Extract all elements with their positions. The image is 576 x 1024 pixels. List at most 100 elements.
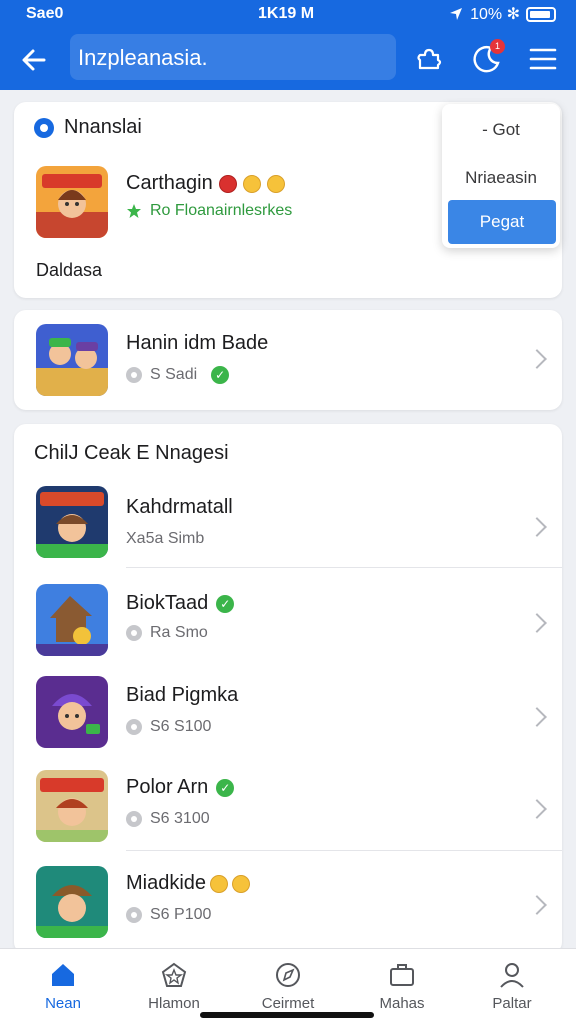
list-item-title: Biad Pigmka: [126, 684, 239, 706]
home-icon: [52, 964, 74, 986]
nav-label: Mahas: [379, 995, 425, 1012]
profile-icon: [500, 963, 524, 988]
puzzle-button[interactable]: [408, 38, 450, 80]
list-item-meta: S6 P100: [126, 906, 211, 924]
clock-icon: [126, 719, 142, 735]
check-badge-icon: ✓: [216, 778, 235, 797]
nav-item-second[interactable]: Hlamon: [126, 959, 222, 1012]
action-popup: - Got Nriaeasin Pegat: [442, 104, 560, 248]
popup-option-got[interactable]: - Got: [442, 120, 560, 140]
list-item-meta-text: S6 P100: [150, 906, 212, 923]
list-item-meta-text: Ra Smo: [150, 624, 208, 641]
location-icon: [450, 8, 463, 20]
nav-item-home[interactable]: Nean: [15, 959, 111, 1012]
single-game-card[interactable]: Hanin idm Bade S Sadi ✓: [14, 310, 562, 410]
list-item-title-text: Miadkide: [126, 872, 207, 894]
chevron-right-icon: [527, 349, 547, 369]
list-section-title: ChilJ Ceak E Nnagesi: [34, 442, 229, 464]
nav-label: Hlamon: [148, 995, 200, 1012]
notification-badge: 1: [490, 39, 505, 54]
list-item-meta: Xa5a Simb: [126, 530, 205, 547]
game-thumbnail: [36, 324, 108, 396]
list-item-title: BiokTaad ✓: [126, 592, 235, 615]
status-indicators: 10% ✻: [448, 4, 556, 24]
game-thumbnail: [36, 584, 108, 656]
chevron-right-icon: [527, 895, 547, 915]
game-thumbnail: [36, 866, 108, 938]
battery-text: 10% ✻: [470, 6, 520, 23]
divider: [126, 567, 562, 568]
clock-icon: [126, 625, 142, 641]
list-item[interactable]: Polor Arn ✓ S6 3100: [14, 760, 562, 852]
back-arrow-icon: [22, 49, 46, 71]
chevron-right-icon: [527, 613, 547, 633]
clock-icon: [126, 811, 142, 827]
status-bar: Sae0 1K19 M 10% ✻: [0, 0, 576, 30]
list-item[interactable]: BiokTaad ✓ Ra Smo: [14, 574, 562, 666]
star-icon: [127, 204, 141, 218]
list-item[interactable]: Biad Pigmka S6 S100: [14, 668, 562, 760]
featured-game-title-text: Carthagin: [126, 172, 213, 194]
featured-game-title[interactable]: Carthagin: [126, 172, 285, 195]
grin-emoji-icon: [232, 874, 251, 893]
list-item-meta: S6 3100: [126, 810, 210, 828]
featured-game-subtitle: Ro Floanairnlesrkes: [126, 202, 292, 220]
nav-label: Paltar: [492, 995, 532, 1012]
list-item[interactable]: Miadkide S6 P100: [14, 854, 562, 946]
battery-icon: [526, 6, 556, 22]
back-button[interactable]: [14, 40, 54, 80]
list-item-meta: Ra Smo: [126, 624, 208, 642]
search-input[interactable]: Inzpleanasia.: [70, 34, 396, 80]
game-thumbnail: [36, 770, 108, 842]
game-thumbnail: [36, 486, 108, 558]
list-item-meta-text: S6 3100: [150, 810, 210, 827]
featured-title-text: Nnanslai: [64, 116, 142, 138]
chevron-right-icon: [527, 707, 547, 727]
featured-section-title: Nnanslai: [34, 116, 142, 139]
grin-emoji-icon: [266, 174, 285, 193]
list-item[interactable]: Kahdrmatall Xa5a Simb: [14, 476, 562, 568]
nav-label: Ceirmet: [261, 995, 315, 1012]
list-item-title: Polor Arn ✓: [126, 776, 235, 799]
popup-primary-button[interactable]: Pegat: [448, 200, 556, 244]
divider: [126, 850, 562, 851]
puzzle-icon: [417, 48, 442, 70]
briefcase-icon: [390, 964, 414, 986]
featured-footer-text: Daldasa: [36, 260, 103, 280]
smile-emoji-icon: [242, 174, 261, 193]
clock-icon: [126, 907, 142, 923]
chevron-right-icon: [527, 799, 547, 819]
chevron-right-icon: [527, 517, 547, 537]
pentagon-star-icon: [161, 962, 187, 987]
smile-emoji-icon: [210, 874, 229, 893]
hamburger-icon: [529, 48, 557, 70]
heart-emoji-icon: [218, 174, 237, 193]
nav-item-third[interactable]: Ceirmet: [240, 959, 336, 1012]
single-game-meta: S Sadi ✓: [126, 366, 230, 384]
game-thumbnail: [36, 676, 108, 748]
notifications-button[interactable]: 1: [466, 38, 508, 80]
game-thumbnail[interactable]: [36, 166, 108, 238]
list-item-meta-text: S6 S100: [150, 718, 212, 735]
list-item-title: Miadkide: [126, 872, 251, 895]
home-indicator: [200, 1012, 374, 1018]
carrier-label: Sae0: [26, 5, 64, 22]
list-item-title: Kahdrmatall: [126, 496, 233, 518]
single-game-title: Hanin idm Bade: [126, 332, 269, 354]
featured-game-subtitle-text: Ro Floanairnlesrkes: [150, 202, 293, 219]
check-badge-icon: ✓: [216, 594, 235, 613]
popup-option-second[interactable]: Nriaeasin: [442, 168, 560, 188]
nav-label: Nean: [45, 995, 81, 1012]
nav-item-fourth[interactable]: Mahas: [354, 959, 450, 1012]
clock: 1K19 M: [258, 5, 315, 22]
menu-button[interactable]: [522, 38, 564, 80]
list-item-title-text: BiokTaad: [126, 592, 209, 614]
check-badge-icon: ✓: [211, 366, 230, 384]
single-game-meta-text: S Sadi: [150, 366, 198, 383]
list-item-meta: S6 S100: [126, 718, 211, 736]
chat-bubble-icon: [34, 117, 54, 138]
nav-item-profile[interactable]: Paltar: [464, 959, 560, 1012]
compass-icon: [276, 963, 300, 987]
app-bar: Inzpleanasia. 1: [0, 30, 576, 90]
list-item-title-text: Polor Arn: [126, 776, 209, 798]
